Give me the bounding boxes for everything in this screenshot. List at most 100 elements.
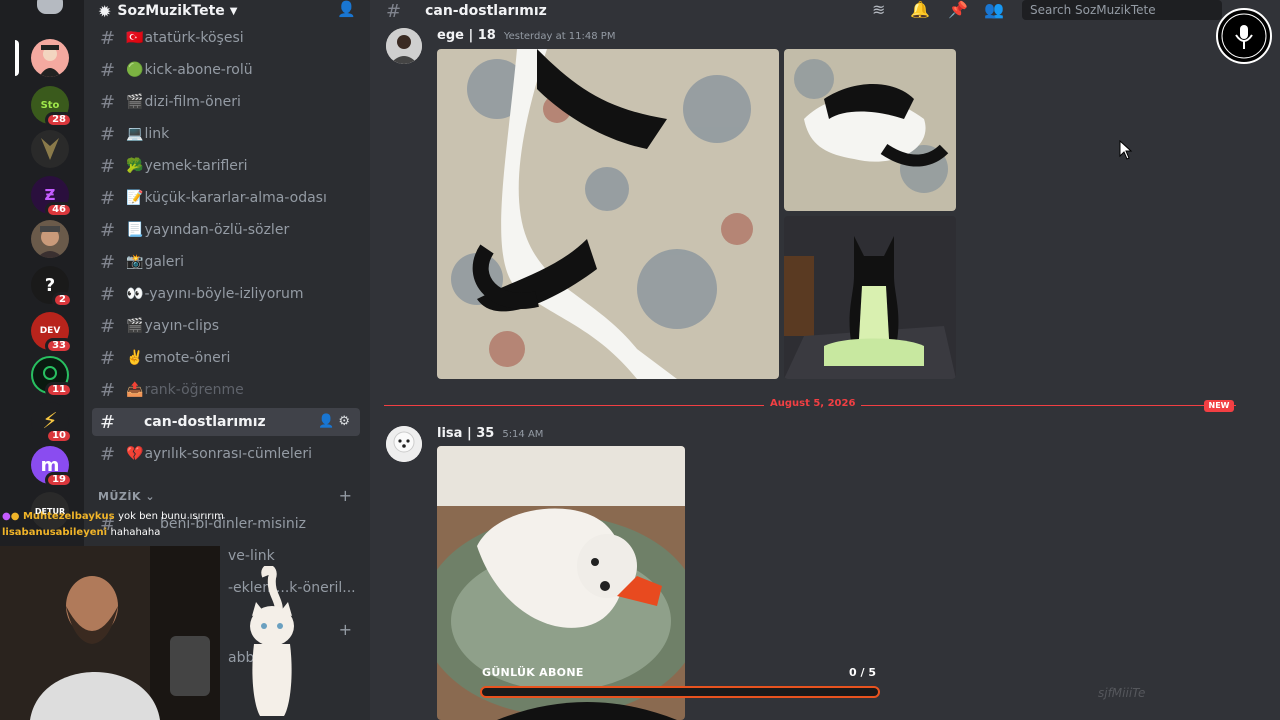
channel-item[interactable]: # 🥦 yemek-tarifleri (92, 152, 360, 180)
channel-label: dizi-film-öneri (144, 94, 241, 110)
mention-badge: 11 (45, 382, 73, 398)
chat-username: lisabanusabileyeni (2, 527, 108, 538)
avatar (31, 39, 69, 77)
channel-item[interactable]: # 📃 yayından-özlü-sözler (92, 216, 360, 244)
chat-message: hahahaha (110, 527, 161, 538)
channel-item[interactable]: # 📝 küçük-kararlar-alma-odası (92, 184, 360, 212)
attachment-image-cat-sitting[interactable] (784, 216, 956, 379)
hash-icon: # (100, 187, 116, 209)
channel-item[interactable]: # 💻 link (92, 120, 360, 148)
channel-label: ve-link (228, 548, 275, 564)
channel-item[interactable]: # 🟢 kick-abone-rolü (92, 56, 360, 84)
server-icon-7[interactable]: DEV 33 (31, 312, 73, 354)
threads-icon[interactable]: ≋ (872, 0, 885, 19)
channel-header: # can-dostlarımız ≋ 🔔 📌 👥 Search SozMuzi… (370, 0, 1280, 22)
channel-label: -yayını-böyle-izliyorum (144, 286, 304, 302)
channel-label: atatürk-köşesi (144, 30, 244, 46)
goal-count: 0 / 5 (849, 666, 876, 679)
pin-icon[interactable]: 📌 (948, 0, 968, 19)
channel-emoji: 👀 (126, 286, 144, 302)
hash-icon: # (386, 0, 402, 22)
server-icon-8[interactable]: 11 (31, 356, 73, 398)
gear-icon: ✹ (98, 1, 112, 21)
add-channel-icon[interactable]: + (339, 486, 352, 505)
avatar[interactable] (386, 28, 422, 64)
server-icon-6[interactable]: ? 2 (31, 266, 73, 308)
attachment-image-cat-on-rug[interactable] (437, 49, 779, 379)
chat-line: ●● Muhtezelbaykus yok ben bunu ısırırım (2, 509, 342, 525)
channel-emoji: 🇹🇷 (126, 30, 144, 46)
members-icon[interactable]: 👥 (984, 0, 1004, 19)
mouse-cursor-icon (1119, 139, 1133, 164)
channel-label: emote-öneri (144, 350, 231, 366)
server-header[interactable]: ✹ SozMuzikTete ▼ 👤 (84, 0, 370, 22)
channel-item[interactable]: # 👀 -yayını-böyle-izliyorum (92, 280, 360, 308)
discord-home-icon[interactable] (37, 0, 63, 14)
add-member-icon[interactable]: 👤 (337, 0, 356, 18)
invite-icon[interactable]: 👤 (318, 414, 338, 429)
stream-chat-overlay: ●● Muhtezelbaykus yok ben bunu ısırırım … (2, 509, 342, 541)
bell-icon[interactable]: 🔔 (910, 0, 930, 19)
channel-label: kick-abone-rolü (144, 62, 253, 78)
webcam-overlay (0, 546, 220, 720)
hash-icon: # (100, 347, 116, 369)
channel-label: rank-öğrenme (144, 382, 244, 398)
channel-emoji: 💻 (126, 126, 144, 142)
category-header[interactable]: MÜZİK ⌄ (98, 490, 155, 503)
mention-badge: 33 (45, 338, 73, 354)
server-icon-2[interactable]: Sto 28 (31, 86, 73, 128)
server-name: SozMuzikTete (117, 3, 225, 19)
discord-window: Sto 28 Ƶ 46 ? 2 DEV 33 11 ⚡ 10 m 19 DETU… (0, 0, 1280, 720)
channel-item[interactable]: # ✌️ emote-öneri (92, 344, 360, 372)
attachment-image-cat-lying[interactable] (784, 49, 956, 211)
channel-item[interactable]: # 📸 galeri (92, 248, 360, 276)
hash-icon: # (100, 411, 116, 433)
subscriber-goal-widget: GÜNLÜK ABONE 0 / 5 (480, 664, 880, 704)
channel-item[interactable]: # 🎬 dizi-film-öneri (92, 88, 360, 116)
channel-emoji: 🥦 (126, 158, 144, 174)
server-icon-4[interactable]: Ƶ 46 (31, 176, 73, 218)
channel-label: yayın-clips (144, 318, 220, 334)
channel-emoji: 📸 (126, 254, 144, 270)
channel-item[interactable]: # 📤 rank-öğrenme (92, 376, 360, 404)
chevron-down-icon: ⌄ (145, 490, 156, 503)
search-placeholder: Search SozMuzikTete (1030, 3, 1156, 17)
mention-badge: 28 (45, 112, 73, 128)
channel-label: galeri (144, 254, 185, 270)
message-timestamp: Yesterday at 11:48 PM (503, 31, 616, 42)
channel-item[interactable]: # 💔 ayrılık-sonrası-cümleleri (92, 440, 360, 468)
mention-badge: 2 (52, 292, 73, 308)
hash-icon: # (100, 91, 116, 113)
new-badge: NEW (1204, 400, 1234, 412)
chat-badge-icon: ● (2, 511, 11, 522)
hash-icon: # (100, 315, 116, 337)
server-icon-sozmuziktete[interactable] (31, 39, 69, 77)
message-header: ege | 18 Yesterday at 11:48 PM (437, 28, 615, 43)
channel-item[interactable]: # 🇹🇷 atatürk-köşesi (92, 24, 360, 52)
server-icon-10[interactable]: m 19 (31, 446, 73, 488)
channel-emoji: 📃 (126, 222, 144, 238)
channel-emoji: ✌️ (126, 350, 144, 366)
channel-emoji: 🎬 (126, 94, 144, 110)
hash-icon: # (100, 283, 116, 305)
add-channel-icon[interactable]: + (339, 620, 352, 639)
message-author[interactable]: ege | 18 (437, 28, 496, 43)
channel-item-selected[interactable]: # can-dostlarımız 👤⚙ (92, 408, 360, 436)
gear-icon[interactable]: ⚙ (338, 414, 354, 429)
channel-label: yayından-özlü-sözler (144, 222, 290, 238)
avatar[interactable] (386, 426, 422, 462)
server-icon-9[interactable]: ⚡ 10 (31, 402, 73, 444)
message-header: lisa | 35 5:14 AM (437, 426, 543, 441)
chat-line: lisabanusabileyeni hahahaha (2, 525, 342, 541)
selected-server-pill (15, 40, 19, 76)
mention-badge: 10 (45, 428, 73, 444)
server-icon-5[interactable] (31, 220, 69, 258)
search-input[interactable]: Search SozMuzikTete (1022, 0, 1222, 20)
message-author[interactable]: lisa | 35 (437, 426, 494, 441)
channel-label: can-dostlarımız (144, 414, 266, 430)
channel-item[interactable]: # 🎬 yayın-clips (92, 312, 360, 340)
category-label: MÜZİK (98, 490, 141, 503)
channel-label: küçük-kararlar-alma-odası (144, 190, 327, 206)
server-icon-3[interactable] (31, 130, 69, 168)
message-timestamp: 5:14 AM (502, 429, 544, 440)
